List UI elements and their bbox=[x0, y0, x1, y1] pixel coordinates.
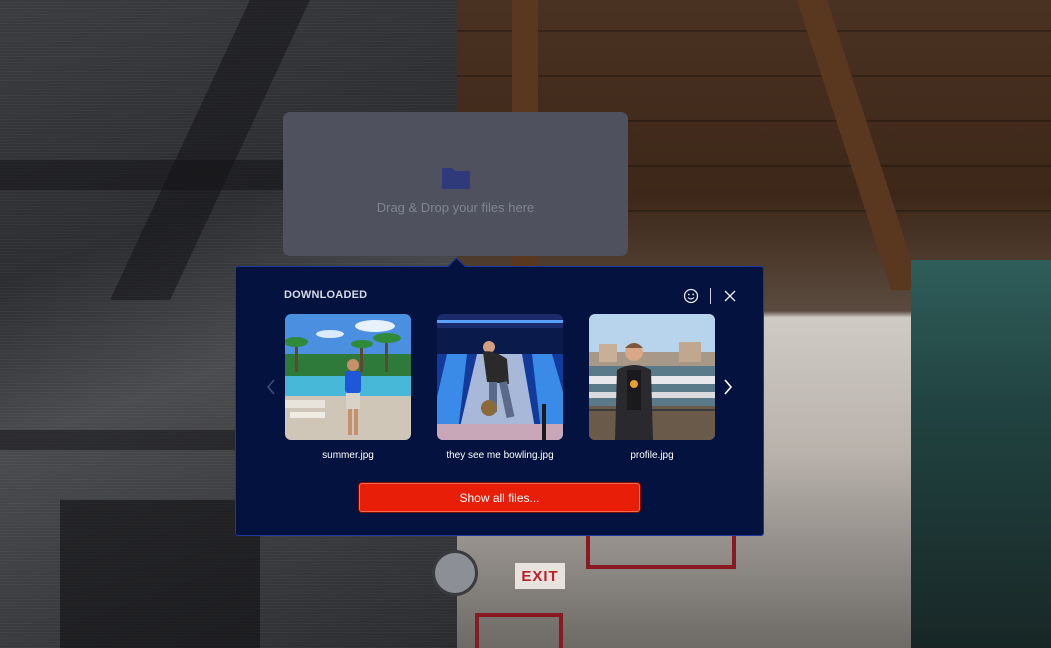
panel-title: DOWNLOADED bbox=[284, 289, 368, 301]
show-all-files-button[interactable]: Show all files... bbox=[359, 483, 640, 512]
background-beam bbox=[0, 430, 260, 450]
chevron-right-icon[interactable] bbox=[721, 377, 735, 397]
background-shadow bbox=[60, 500, 260, 648]
background-beam bbox=[110, 0, 310, 300]
file-thumbnail[interactable]: they see me bowling.jpg bbox=[437, 314, 563, 461]
background-window bbox=[911, 260, 1051, 648]
downloads-panel: DOWNLOADED summer.jpg they see me bowlin… bbox=[235, 257, 764, 536]
exit-sign: EXIT bbox=[515, 563, 565, 589]
folder-icon bbox=[441, 167, 470, 189]
file-image-profile bbox=[589, 314, 715, 440]
file-name: they see me bowling.jpg bbox=[446, 450, 554, 461]
file-image-bowling bbox=[437, 314, 563, 440]
actions-divider bbox=[710, 288, 711, 304]
thumbnail-list: summer.jpg they see me bowling.jpg profi… bbox=[285, 314, 715, 461]
smiley-icon[interactable] bbox=[682, 287, 700, 305]
file-thumbnail[interactable]: summer.jpg bbox=[285, 314, 411, 461]
panel-actions bbox=[682, 287, 739, 305]
file-thumbnail[interactable]: profile.jpg bbox=[589, 314, 715, 461]
file-dropzone[interactable]: Drag & Drop your files here bbox=[283, 112, 628, 256]
background-plank bbox=[457, 30, 1051, 32]
dropzone-text: Drag & Drop your files here bbox=[376, 199, 535, 215]
background-rafter bbox=[797, 0, 922, 290]
file-name: summer.jpg bbox=[322, 450, 374, 461]
avatar[interactable] bbox=[432, 550, 478, 596]
chevron-left-icon[interactable] bbox=[264, 377, 278, 397]
file-name: profile.jpg bbox=[630, 450, 674, 461]
background-plank bbox=[457, 75, 1051, 77]
close-icon[interactable] bbox=[721, 287, 739, 305]
background-red-frame bbox=[475, 613, 563, 648]
file-image-summer bbox=[285, 314, 411, 440]
